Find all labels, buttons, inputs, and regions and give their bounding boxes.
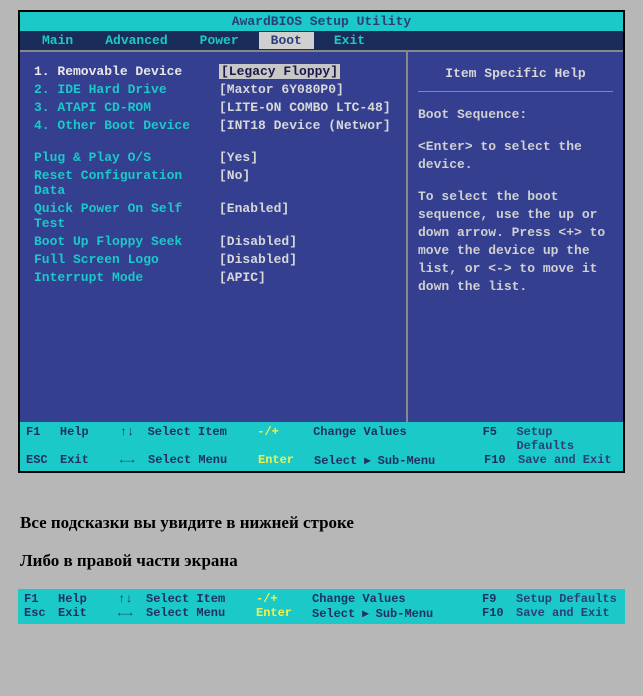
boot-label: 2. IDE Hard Drive <box>34 82 219 97</box>
boot-value: [LITE-ON COMBO LTC-48] <box>219 100 391 115</box>
updown-arrow-icon: ↑↓ <box>118 592 146 606</box>
key-help-label: Help <box>60 425 120 453</box>
change-values-label: Change Values <box>313 425 482 453</box>
boot-device-4[interactable]: 4. Other Boot Device [INT18 Device (Netw… <box>34 118 398 133</box>
key-help-label: Help <box>58 592 118 606</box>
boot-value: [Maxtor 6Y080P0] <box>219 82 344 97</box>
boot-label: 3. ATAPI CD-ROM <box>34 100 219 115</box>
boot-device-1[interactable]: 1. Removable Device [Legacy Floppy] <box>34 64 398 79</box>
setting-plug-play[interactable]: Plug & Play O/S [Yes] <box>34 150 398 165</box>
select-menu-label: Select Menu <box>148 453 258 468</box>
menu-exit[interactable]: Exit <box>322 32 377 49</box>
key-exit-label: Exit <box>60 453 120 468</box>
boot-device-3[interactable]: 3. ATAPI CD-ROM [LITE-ON COMBO LTC-48] <box>34 100 398 115</box>
footer-row-1: F1 Help ↑↓ Select Item -/+ Change Values… <box>26 425 617 453</box>
footer-keys-2: F1 Help ↑↓ Select Item -/+ Change Values… <box>18 589 625 624</box>
help-p1: Boot Sequence: <box>418 106 613 124</box>
setting-label: Interrupt Mode <box>34 270 219 285</box>
leftright-arrow-icon: ←→ <box>120 453 148 468</box>
setting-value: [Enabled] <box>219 201 289 231</box>
setting-value: [Disabled] <box>219 252 297 267</box>
save-exit-label: Save and Exit <box>516 606 610 621</box>
setting-interrupt-mode[interactable]: Interrupt Mode [APIC] <box>34 270 398 285</box>
setting-value: [Disabled] <box>219 234 297 249</box>
footer2-row-2: Esc Exit ←→ Select Menu Enter Select ▸ S… <box>24 606 619 621</box>
help-title: Item Specific Help <box>418 60 613 92</box>
setting-floppy-seek[interactable]: Boot Up Floppy Seek [Disabled] <box>34 234 398 249</box>
menu-boot[interactable]: Boot <box>259 32 314 49</box>
setting-label: Plug & Play O/S <box>34 150 219 165</box>
key-plusminus: -/+ <box>256 592 312 606</box>
key-f1: F1 <box>26 425 60 453</box>
select-item-label: Select Item <box>146 592 256 606</box>
setting-quick-post[interactable]: Quick Power On Self Test [Enabled] <box>34 201 398 231</box>
select-submenu-label: Select ▸ Sub-Menu <box>312 606 482 621</box>
setting-label: Full Screen Logo <box>34 252 219 267</box>
setting-label: Boot Up Floppy Seek <box>34 234 219 249</box>
select-submenu-label: Select ▸ Sub-Menu <box>314 453 484 468</box>
key-f10: F10 <box>482 606 516 621</box>
setup-defaults-label: Setup Defaults <box>516 592 617 606</box>
boot-value: [INT18 Device (Networ] <box>219 118 391 133</box>
leftright-arrow-icon: ←→ <box>118 606 146 621</box>
instruction-p1: Все подсказки вы увидите в нижней строке <box>20 513 623 533</box>
boot-label: 1. Removable Device <box>34 64 219 79</box>
key-exit-label: Exit <box>58 606 118 621</box>
instruction-text: Все подсказки вы увидите в нижней строке… <box>20 513 623 571</box>
boot-label: 4. Other Boot Device <box>34 118 219 133</box>
key-esc: Esc <box>24 606 58 621</box>
menu-power[interactable]: Power <box>188 32 251 49</box>
instruction-p2: Либо в правой части экрана <box>20 551 623 571</box>
setting-reset-config[interactable]: Reset Configuration Data [No] <box>34 168 398 198</box>
help-p3: To select the boot sequence, use the up … <box>418 188 613 296</box>
settings-panel: 1. Removable Device [Legacy Floppy] 2. I… <box>20 52 408 422</box>
key-plusminus: -/+ <box>257 425 313 453</box>
menu-main[interactable]: Main <box>30 32 85 49</box>
select-menu-label: Select Menu <box>146 606 256 621</box>
key-f1: F1 <box>24 592 58 606</box>
footer2-row-1: F1 Help ↑↓ Select Item -/+ Change Values… <box>24 592 619 606</box>
bios-window: AwardBIOS Setup Utility Main Advanced Po… <box>18 10 625 473</box>
key-f10: F10 <box>484 453 518 468</box>
boot-device-2[interactable]: 2. IDE Hard Drive [Maxtor 6Y080P0] <box>34 82 398 97</box>
setting-fullscreen-logo[interactable]: Full Screen Logo [Disabled] <box>34 252 398 267</box>
setup-defaults-label: Setup Defaults <box>516 425 617 453</box>
setting-value: [APIC] <box>219 270 266 285</box>
key-enter: Enter <box>258 453 314 468</box>
key-enter: Enter <box>256 606 312 621</box>
key-f9: F9 <box>482 592 516 606</box>
help-panel: Item Specific Help Boot Sequence: <Enter… <box>408 52 623 422</box>
key-esc: ESC <box>26 453 60 468</box>
change-values-label: Change Values <box>312 592 482 606</box>
help-p2: <Enter> to select the device. <box>418 138 613 174</box>
select-item-label: Select Item <box>148 425 258 453</box>
key-f5: F5 <box>483 425 517 453</box>
save-exit-label: Save and Exit <box>518 453 612 468</box>
menu-bar: Main Advanced Power Boot Exit <box>20 31 623 50</box>
setting-value: [No] <box>219 168 250 198</box>
setting-label: Reset Configuration Data <box>34 168 219 198</box>
updown-arrow-icon: ↑↓ <box>120 425 148 453</box>
content-area: 1. Removable Device [Legacy Floppy] 2. I… <box>20 50 623 422</box>
footer-row-2: ESC Exit ←→ Select Menu Enter Select ▸ S… <box>26 453 617 468</box>
footer-keys: F1 Help ↑↓ Select Item -/+ Change Values… <box>20 422 623 471</box>
setting-label: Quick Power On Self Test <box>34 201 219 231</box>
boot-value: [Legacy Floppy] <box>219 64 340 79</box>
menu-advanced[interactable]: Advanced <box>93 32 179 49</box>
setting-value: [Yes] <box>219 150 258 165</box>
title-bar: AwardBIOS Setup Utility <box>20 12 623 31</box>
help-text: Boot Sequence: <Enter> to select the dev… <box>418 106 613 296</box>
